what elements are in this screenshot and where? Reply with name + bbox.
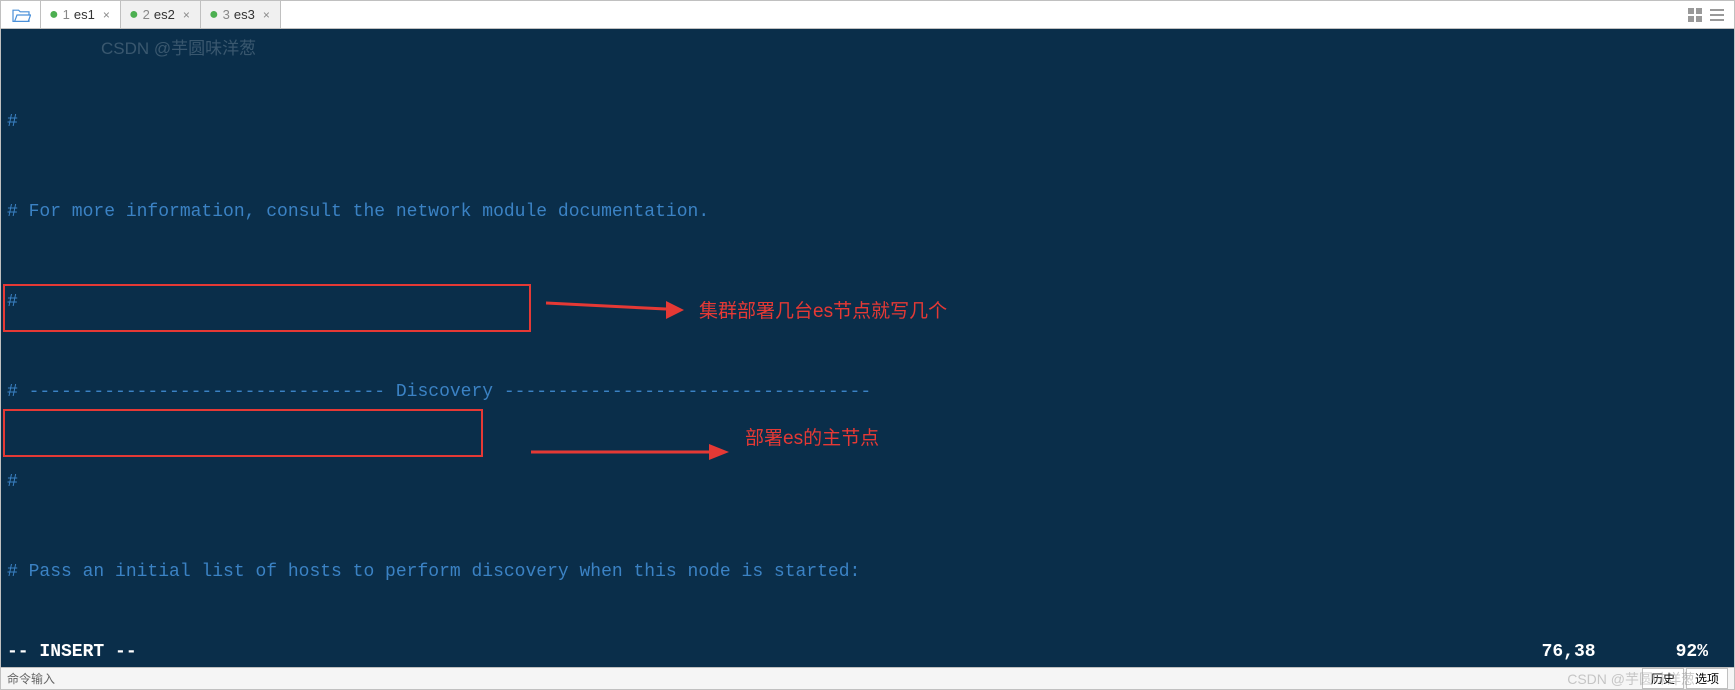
code-line: # Pass an initial list of hosts to perfo… — [7, 557, 1734, 587]
close-icon[interactable]: × — [263, 8, 270, 22]
history-button[interactable]: 历史 — [1642, 668, 1684, 689]
tab-es1[interactable]: ● 1 es1 × — [41, 1, 121, 28]
code-line: # For more information, consult the netw… — [7, 197, 1734, 227]
editor-area[interactable]: CSDN @芋圆味洋葱 # # For more information, co… — [1, 29, 1734, 667]
cursor-position: 76,38 — [1542, 637, 1596, 667]
modified-dot-icon: ● — [129, 7, 139, 23]
tab-number: 2 — [143, 7, 150, 22]
annotation-2: 部署es的主节点 — [745, 424, 879, 454]
vim-mode: -- INSERT -- — [7, 637, 137, 667]
editor-window: ● 1 es1 × ● 2 es2 × ● 3 es3 × CSDN @芋圆味洋… — [0, 0, 1735, 690]
code-line: # — [7, 107, 1734, 137]
code-line: # — [7, 467, 1734, 497]
close-icon[interactable]: × — [183, 8, 190, 22]
grid-view-icon[interactable] — [1686, 6, 1704, 24]
tab-label: es1 — [74, 7, 95, 22]
code-content: # # For more information, consult the ne… — [7, 47, 1734, 667]
scroll-percent: 92% — [1676, 637, 1708, 667]
tab-number: 3 — [223, 7, 230, 22]
toolbar-right — [1686, 1, 1734, 28]
tab-number: 1 — [63, 7, 70, 22]
bottom-bar: 命令输入 历史 选项 CSDN @芋圆味洋葱 — [1, 667, 1734, 689]
command-prompt-label[interactable]: 命令输入 — [7, 670, 55, 687]
code-line: # --------------------------------- Disc… — [7, 377, 1734, 407]
modified-dot-icon: ● — [209, 7, 219, 23]
menu-icon[interactable] — [1708, 6, 1726, 24]
options-button[interactable]: 选项 — [1686, 668, 1728, 689]
annotation-1: 集群部署几台es节点就写几个 — [699, 297, 947, 327]
folder-open-icon[interactable] — [1, 1, 41, 28]
tab-bar: ● 1 es1 × ● 2 es2 × ● 3 es3 × — [1, 1, 1734, 29]
close-icon[interactable]: × — [103, 8, 110, 22]
tab-label: es2 — [154, 7, 175, 22]
modified-dot-icon: ● — [49, 7, 59, 23]
vim-status-bar: -- INSERT -- 76,38 92% — [1, 637, 1734, 667]
tab-es3[interactable]: ● 3 es3 × — [201, 1, 281, 28]
tab-label: es3 — [234, 7, 255, 22]
tab-es2[interactable]: ● 2 es2 × — [121, 1, 201, 28]
